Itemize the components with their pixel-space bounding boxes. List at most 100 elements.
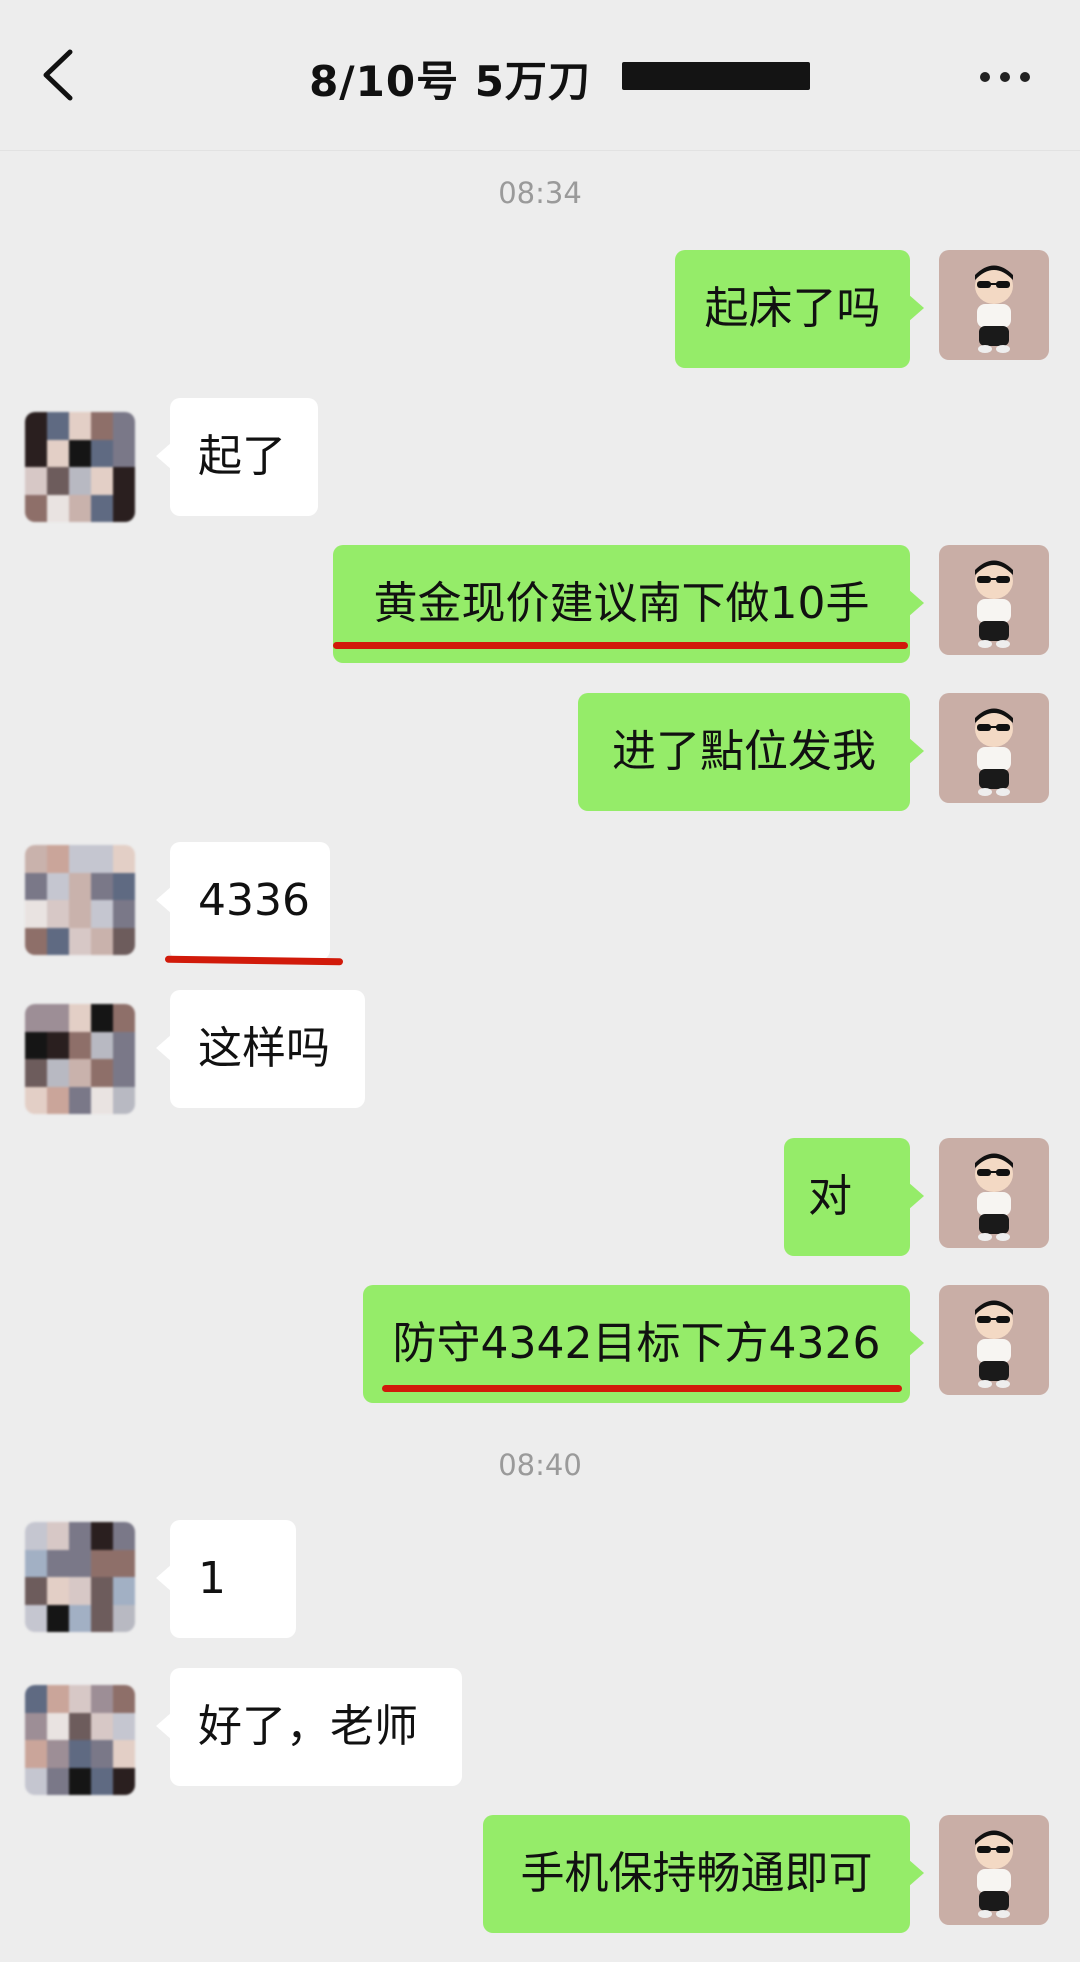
mosaic-tile <box>69 1522 91 1550</box>
message-bubble-sent[interactable]: 对 <box>784 1138 924 1256</box>
my-avatar[interactable] <box>939 1285 1049 1395</box>
mosaic-tile <box>47 845 69 873</box>
message-bubble-received[interactable]: 1 <box>156 1520 296 1638</box>
mosaic-tile <box>91 1740 113 1768</box>
mosaic-tile <box>69 845 91 873</box>
cartoon-figure-icon <box>939 250 1049 360</box>
message-bubble-received[interactable]: 这样吗 <box>156 990 365 1108</box>
mosaic-tile <box>91 412 113 440</box>
message-bubble-sent[interactable]: 起床了吗 <box>675 250 924 368</box>
mosaic-tile <box>91 1522 113 1550</box>
chat-header: 8/10号 5万刀 <box>0 0 1080 151</box>
mosaic-tile <box>91 1685 113 1713</box>
mosaic-tile <box>47 494 69 522</box>
mosaic-tile <box>69 1577 91 1605</box>
mosaic-tile <box>25 1685 47 1713</box>
mosaic-tile <box>25 845 47 873</box>
contact-avatar[interactable] <box>25 1685 135 1795</box>
mosaic-tile <box>25 1086 47 1114</box>
mosaic-tile <box>47 1712 69 1740</box>
my-avatar[interactable] <box>939 1815 1049 1925</box>
mosaic-tile <box>113 467 135 495</box>
contact-avatar[interactable] <box>25 845 135 955</box>
mosaic-tile <box>69 1031 91 1059</box>
mosaic-tile <box>91 1767 113 1795</box>
contact-avatar[interactable] <box>25 1004 135 1114</box>
mosaic-tile <box>91 439 113 467</box>
my-avatar[interactable] <box>939 545 1049 655</box>
mosaic-tile <box>113 927 135 955</box>
timestamp: 08:40 <box>498 1448 582 1482</box>
message-bubble-received[interactable]: 4336 <box>156 842 330 960</box>
mosaic-tile <box>91 1712 113 1740</box>
mosaic-tile <box>47 1522 69 1550</box>
mosaic-tile <box>113 494 135 522</box>
message-bubble-received[interactable]: 好了，老师 <box>156 1668 462 1786</box>
mosaic-tile <box>47 439 69 467</box>
red-underline-annotation <box>333 642 908 649</box>
chat-title: 8/10号 5万刀 <box>0 48 1080 109</box>
mosaic-tile <box>69 412 91 440</box>
cartoon-figure-icon <box>939 1285 1049 1395</box>
mosaic-tile <box>25 1031 47 1059</box>
mosaic-tile <box>91 927 113 955</box>
mosaic-tile <box>25 439 47 467</box>
mosaic-tile <box>113 1031 135 1059</box>
mosaic-tile <box>91 872 113 900</box>
mosaic-tile <box>69 1712 91 1740</box>
mosaic-tile <box>25 412 47 440</box>
mosaic-tile <box>113 412 135 440</box>
red-underline-annotation <box>164 955 344 966</box>
my-avatar[interactable] <box>939 693 1049 803</box>
mosaic-tile <box>25 872 47 900</box>
message-bubble-received[interactable]: 起了 <box>156 398 318 516</box>
mosaic-tile <box>69 900 91 928</box>
mosaic-tile <box>69 439 91 467</box>
my-avatar[interactable] <box>939 250 1049 360</box>
mosaic-tile <box>47 900 69 928</box>
mosaic-tile <box>47 412 69 440</box>
message-bubble-sent[interactable]: 进了點位发我 <box>578 693 924 811</box>
mosaic-tile <box>69 927 91 955</box>
mosaic-tile <box>91 1604 113 1632</box>
mosaic-tile <box>47 1004 69 1032</box>
mosaic-tile <box>25 1767 47 1795</box>
mosaic-tile <box>69 1549 91 1577</box>
mosaic-tile <box>47 1577 69 1605</box>
my-avatar[interactable] <box>939 1138 1049 1248</box>
mosaic-tile <box>91 467 113 495</box>
mosaic-tile <box>113 900 135 928</box>
mosaic-tile <box>25 1522 47 1550</box>
mosaic-tile <box>25 467 47 495</box>
mosaic-tile <box>113 1086 135 1114</box>
contact-avatar[interactable] <box>25 1522 135 1632</box>
mosaic-tile <box>113 1004 135 1032</box>
red-underline-annotation <box>382 1385 902 1392</box>
mosaic-tile <box>47 1549 69 1577</box>
cartoon-figure-icon <box>939 545 1049 655</box>
mosaic-tile <box>91 1086 113 1114</box>
mosaic-tile <box>47 927 69 955</box>
mosaic-tile <box>47 1086 69 1114</box>
mosaic-tile <box>69 872 91 900</box>
mosaic-tile <box>113 1685 135 1713</box>
mosaic-tile <box>25 927 47 955</box>
more-dots-icon <box>980 72 990 82</box>
contact-avatar[interactable] <box>25 412 135 522</box>
more-options-button[interactable] <box>968 52 1040 100</box>
mosaic-tile <box>69 1740 91 1768</box>
mosaic-tile <box>91 1549 113 1577</box>
mosaic-tile <box>91 845 113 873</box>
cartoon-figure-icon <box>939 1815 1049 1925</box>
message-bubble-sent[interactable]: 手机保持畅通即可 <box>483 1815 924 1933</box>
mosaic-tile <box>91 1059 113 1087</box>
mosaic-tile <box>69 1086 91 1114</box>
chat-title-text: 8/10号 5万刀 <box>309 57 591 106</box>
mosaic-tile <box>113 439 135 467</box>
mosaic-tile <box>69 494 91 522</box>
mosaic-tile <box>91 1577 113 1605</box>
mosaic-tile <box>69 1604 91 1632</box>
mosaic-tile <box>69 1059 91 1087</box>
mosaic-tile <box>25 1004 47 1032</box>
cartoon-figure-icon <box>939 693 1049 803</box>
